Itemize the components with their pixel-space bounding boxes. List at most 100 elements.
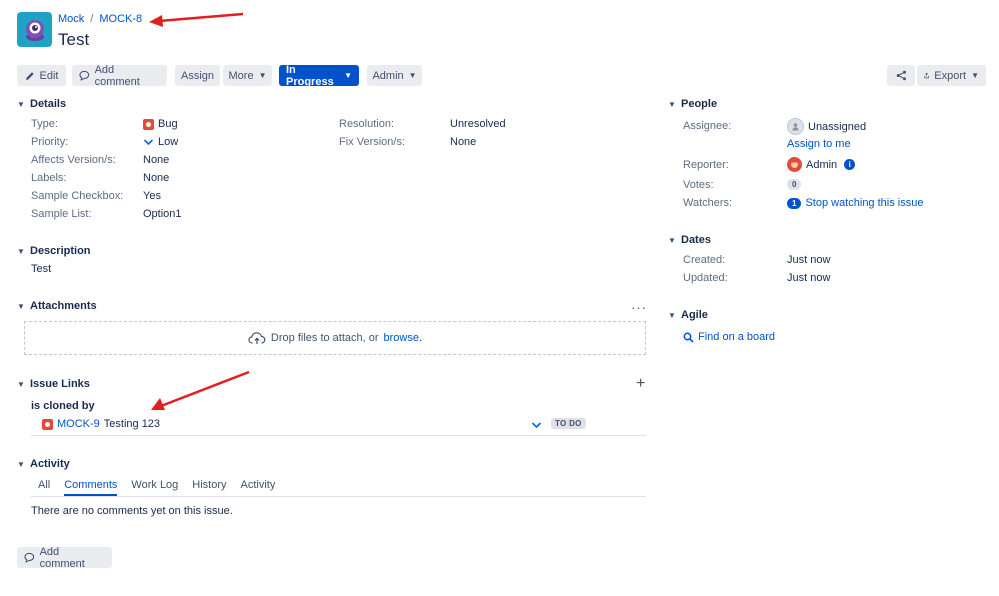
- activity-section-toggle[interactable]: ▼ Activity: [17, 458, 70, 470]
- breadcrumb-separator: /: [90, 13, 94, 25]
- divider: [31, 435, 646, 436]
- updated-label: Updated:: [683, 272, 728, 284]
- add-comment-label: Add comment: [94, 63, 140, 88]
- project-avatar[interactable]: [17, 12, 52, 47]
- collapse-chevron-icon: ▼: [17, 379, 25, 389]
- tab-all[interactable]: All: [38, 479, 50, 496]
- fix-version-label: Fix Version/s:: [339, 136, 406, 148]
- priority-value[interactable]: Low: [143, 136, 178, 148]
- watchers-label: Watchers:: [683, 197, 733, 209]
- cloud-upload-icon: [248, 332, 266, 344]
- watchers-value[interactable]: 1 Stop watching this issue: [787, 197, 923, 209]
- assign-button[interactable]: Assign: [175, 65, 220, 86]
- more-label: More: [228, 69, 254, 82]
- agile-section-toggle[interactable]: ▼ Agile: [668, 309, 708, 321]
- created-label: Created:: [683, 254, 726, 266]
- activity-tabs: All Comments Work Log History Activity: [38, 479, 275, 496]
- export-icon: [924, 72, 929, 79]
- bug-icon: [143, 118, 154, 130]
- find-on-board-link[interactable]: Find on a board: [683, 331, 775, 343]
- chevron-down-icon: ▼: [408, 71, 417, 80]
- description-heading: Description: [30, 245, 91, 257]
- description-text[interactable]: Test: [31, 263, 51, 275]
- labels-label: Labels:: [31, 172, 67, 184]
- unassigned-avatar-icon: [787, 118, 804, 135]
- stop-watching-link[interactable]: Stop watching this issue: [805, 197, 923, 209]
- bug-icon: [42, 418, 53, 430]
- priority-label: Priority:: [31, 136, 69, 148]
- affects-version-value[interactable]: None: [143, 154, 169, 166]
- add-comment-bottom-label: Add comment: [39, 545, 85, 570]
- activity-heading: Activity: [30, 458, 70, 470]
- collapse-chevron-icon: ▼: [668, 99, 676, 109]
- edit-button[interactable]: Edit: [17, 65, 66, 86]
- labels-value[interactable]: None: [143, 172, 169, 184]
- reporter-label: Reporter:: [683, 159, 729, 171]
- reporter-value[interactable]: Admin i: [787, 157, 856, 172]
- collapse-chevron-icon: ▼: [17, 246, 25, 256]
- comment-icon: [79, 70, 90, 81]
- linked-issue-row[interactable]: MOCK-9 Testing 123: [42, 418, 160, 430]
- attachment-dropzone[interactable]: Drop files to attach, or browse.: [24, 321, 646, 355]
- dates-section-toggle[interactable]: ▼ Dates: [668, 234, 711, 246]
- attachments-section-toggle[interactable]: ▼ Attachments: [17, 300, 97, 312]
- fix-version-value[interactable]: None: [450, 136, 476, 148]
- type-value-text: Bug: [158, 118, 178, 130]
- tab-history[interactable]: History: [192, 479, 226, 496]
- people-section-toggle[interactable]: ▼ People: [668, 98, 717, 110]
- chevron-down-icon: ▼: [971, 71, 979, 80]
- status-transition-button[interactable]: In Progress ▼: [279, 63, 359, 88]
- details-section-toggle[interactable]: ▼ Details: [17, 98, 66, 110]
- details-heading: Details: [30, 98, 67, 110]
- assignee-value[interactable]: Unassigned: [787, 118, 866, 135]
- assign-to-me-link[interactable]: Assign to me: [787, 138, 851, 150]
- attachments-heading: Attachments: [30, 300, 97, 312]
- project-avatar-icon: [25, 19, 44, 41]
- assignee-label: Assignee:: [683, 120, 732, 132]
- add-comment-button[interactable]: Add comment: [72, 63, 167, 88]
- sample-checkbox-value[interactable]: Yes: [143, 190, 161, 202]
- more-button[interactable]: More ▼: [223, 65, 272, 86]
- chevron-down-icon: ▼: [344, 71, 352, 80]
- issue-links-section-toggle[interactable]: ▼ Issue Links: [17, 378, 90, 390]
- breadcrumb-issue-link[interactable]: MOCK-8: [99, 13, 142, 25]
- add-comment-bottom-button[interactable]: Add comment: [17, 545, 112, 570]
- assignee-value-text: Unassigned: [808, 120, 867, 133]
- tab-activity[interactable]: Activity: [241, 479, 276, 496]
- find-on-board-text: Find on a board: [698, 331, 776, 343]
- collapse-chevron-icon: ▼: [668, 235, 676, 245]
- admin-label: Admin: [372, 69, 404, 82]
- annotation-arrow-icon: [151, 370, 250, 410]
- link-relation-label: is cloned by: [31, 400, 95, 412]
- votes-count-badge: 0: [787, 179, 802, 190]
- admin-button[interactable]: Admin ▼: [367, 65, 422, 86]
- drop-files-text: Drop files to attach, or: [270, 332, 379, 344]
- info-icon[interactable]: i: [844, 159, 856, 170]
- assign-label: Assign: [180, 69, 215, 82]
- priority-value-text: Low: [158, 136, 179, 148]
- export-button[interactable]: Export ▼: [917, 65, 986, 86]
- tab-work-log[interactable]: Work Log: [131, 479, 178, 496]
- add-link-icon[interactable]: +: [636, 375, 645, 393]
- browse-link[interactable]: browse.: [384, 332, 423, 344]
- type-value[interactable]: Bug: [143, 118, 178, 130]
- votes-value[interactable]: 0: [787, 179, 802, 190]
- share-button[interactable]: [887, 65, 915, 86]
- created-value: Just now: [787, 254, 831, 266]
- share-icon: [896, 70, 906, 81]
- description-section-toggle[interactable]: ▼ Description: [17, 245, 91, 257]
- comment-icon: [24, 552, 35, 563]
- linked-issue-key[interactable]: MOCK-9: [57, 418, 100, 430]
- export-label: Export: [934, 69, 967, 82]
- pencil-icon: [25, 71, 34, 80]
- status-label: In Progress: [286, 63, 334, 88]
- more-options-icon[interactable]: ···: [631, 300, 647, 315]
- tab-comments[interactable]: Comments: [64, 479, 118, 496]
- no-comments-text: There are no comments yet on this issue.: [31, 505, 233, 517]
- issue-title[interactable]: Test: [58, 30, 89, 50]
- votes-label: Votes:: [683, 179, 714, 191]
- breadcrumb-project-link[interactable]: Mock: [58, 13, 84, 25]
- sample-list-value[interactable]: Option1: [143, 208, 182, 220]
- resolution-label: Resolution:: [339, 118, 395, 130]
- collapse-chevron-icon: ▼: [668, 310, 676, 320]
